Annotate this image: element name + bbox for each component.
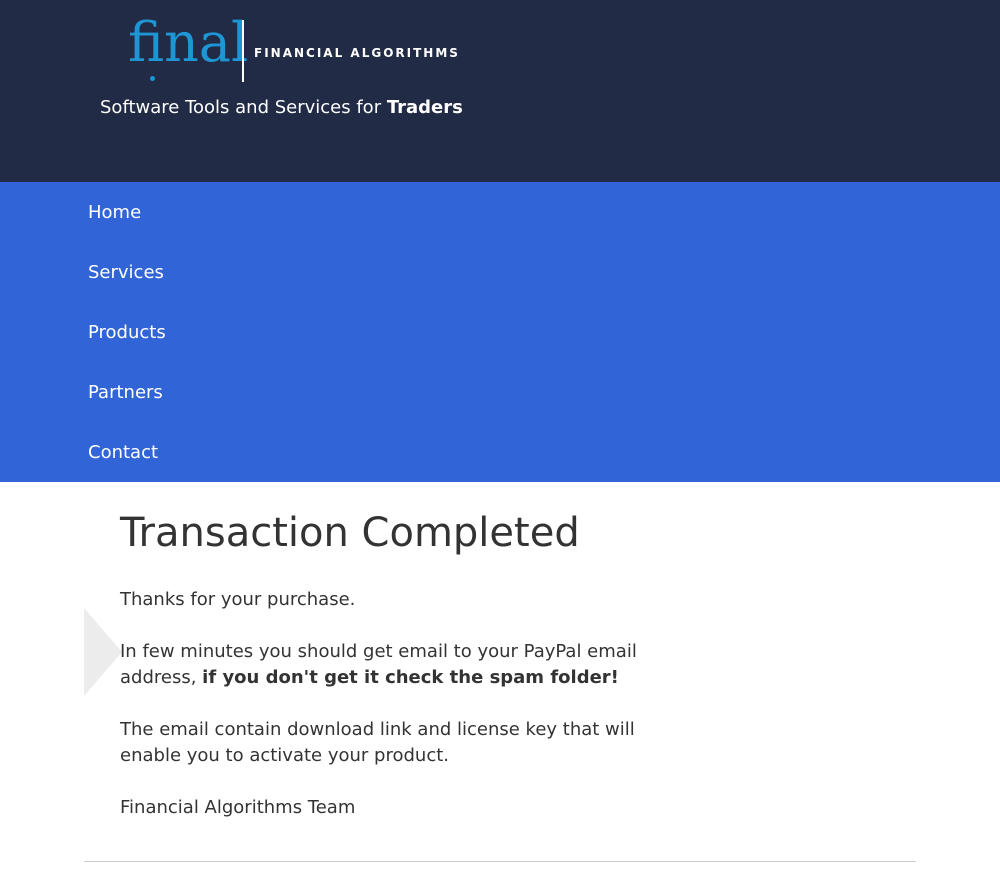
nav-item-products[interactable]: Products [88, 322, 166, 343]
divider [84, 861, 916, 862]
thanks-text: Thanks for your purchase. [120, 589, 356, 610]
logo-wordmark[interactable]: final [128, 8, 248, 78]
page-title: Transaction Completed [120, 510, 580, 556]
download-note: The email contain download link and lice… [120, 719, 635, 766]
site-tagline: Software Tools and Services for Traders [100, 97, 463, 118]
nav-item-services[interactable]: Services [88, 262, 164, 283]
email-note: In few minutes you should get email to y… [120, 639, 660, 691]
main-navigation: Home Services Products Partners Contact [0, 182, 1000, 482]
spam-warning: if you don't get it check the spam folde… [202, 667, 619, 688]
arrow-decoration-icon [84, 608, 122, 696]
tagline-text: Software Tools and Services for [100, 97, 387, 118]
nav-item-home[interactable]: Home [88, 202, 141, 223]
logo-dot-icon [150, 76, 155, 81]
logo-company-name: FINANCIAL ALGORITHMS [254, 46, 460, 60]
tagline-bold: Traders [386, 97, 463, 118]
main-content: Transaction Completed Thanks for your pu… [0, 482, 1000, 879]
signature: Financial Algorithms Team [120, 797, 356, 818]
nav-item-contact[interactable]: Contact [88, 442, 158, 463]
logo-divider [242, 20, 244, 82]
site-header: final FINANCIAL ALGORITHMS Software Tool… [0, 0, 1000, 182]
nav-item-partners[interactable]: Partners [88, 382, 163, 403]
